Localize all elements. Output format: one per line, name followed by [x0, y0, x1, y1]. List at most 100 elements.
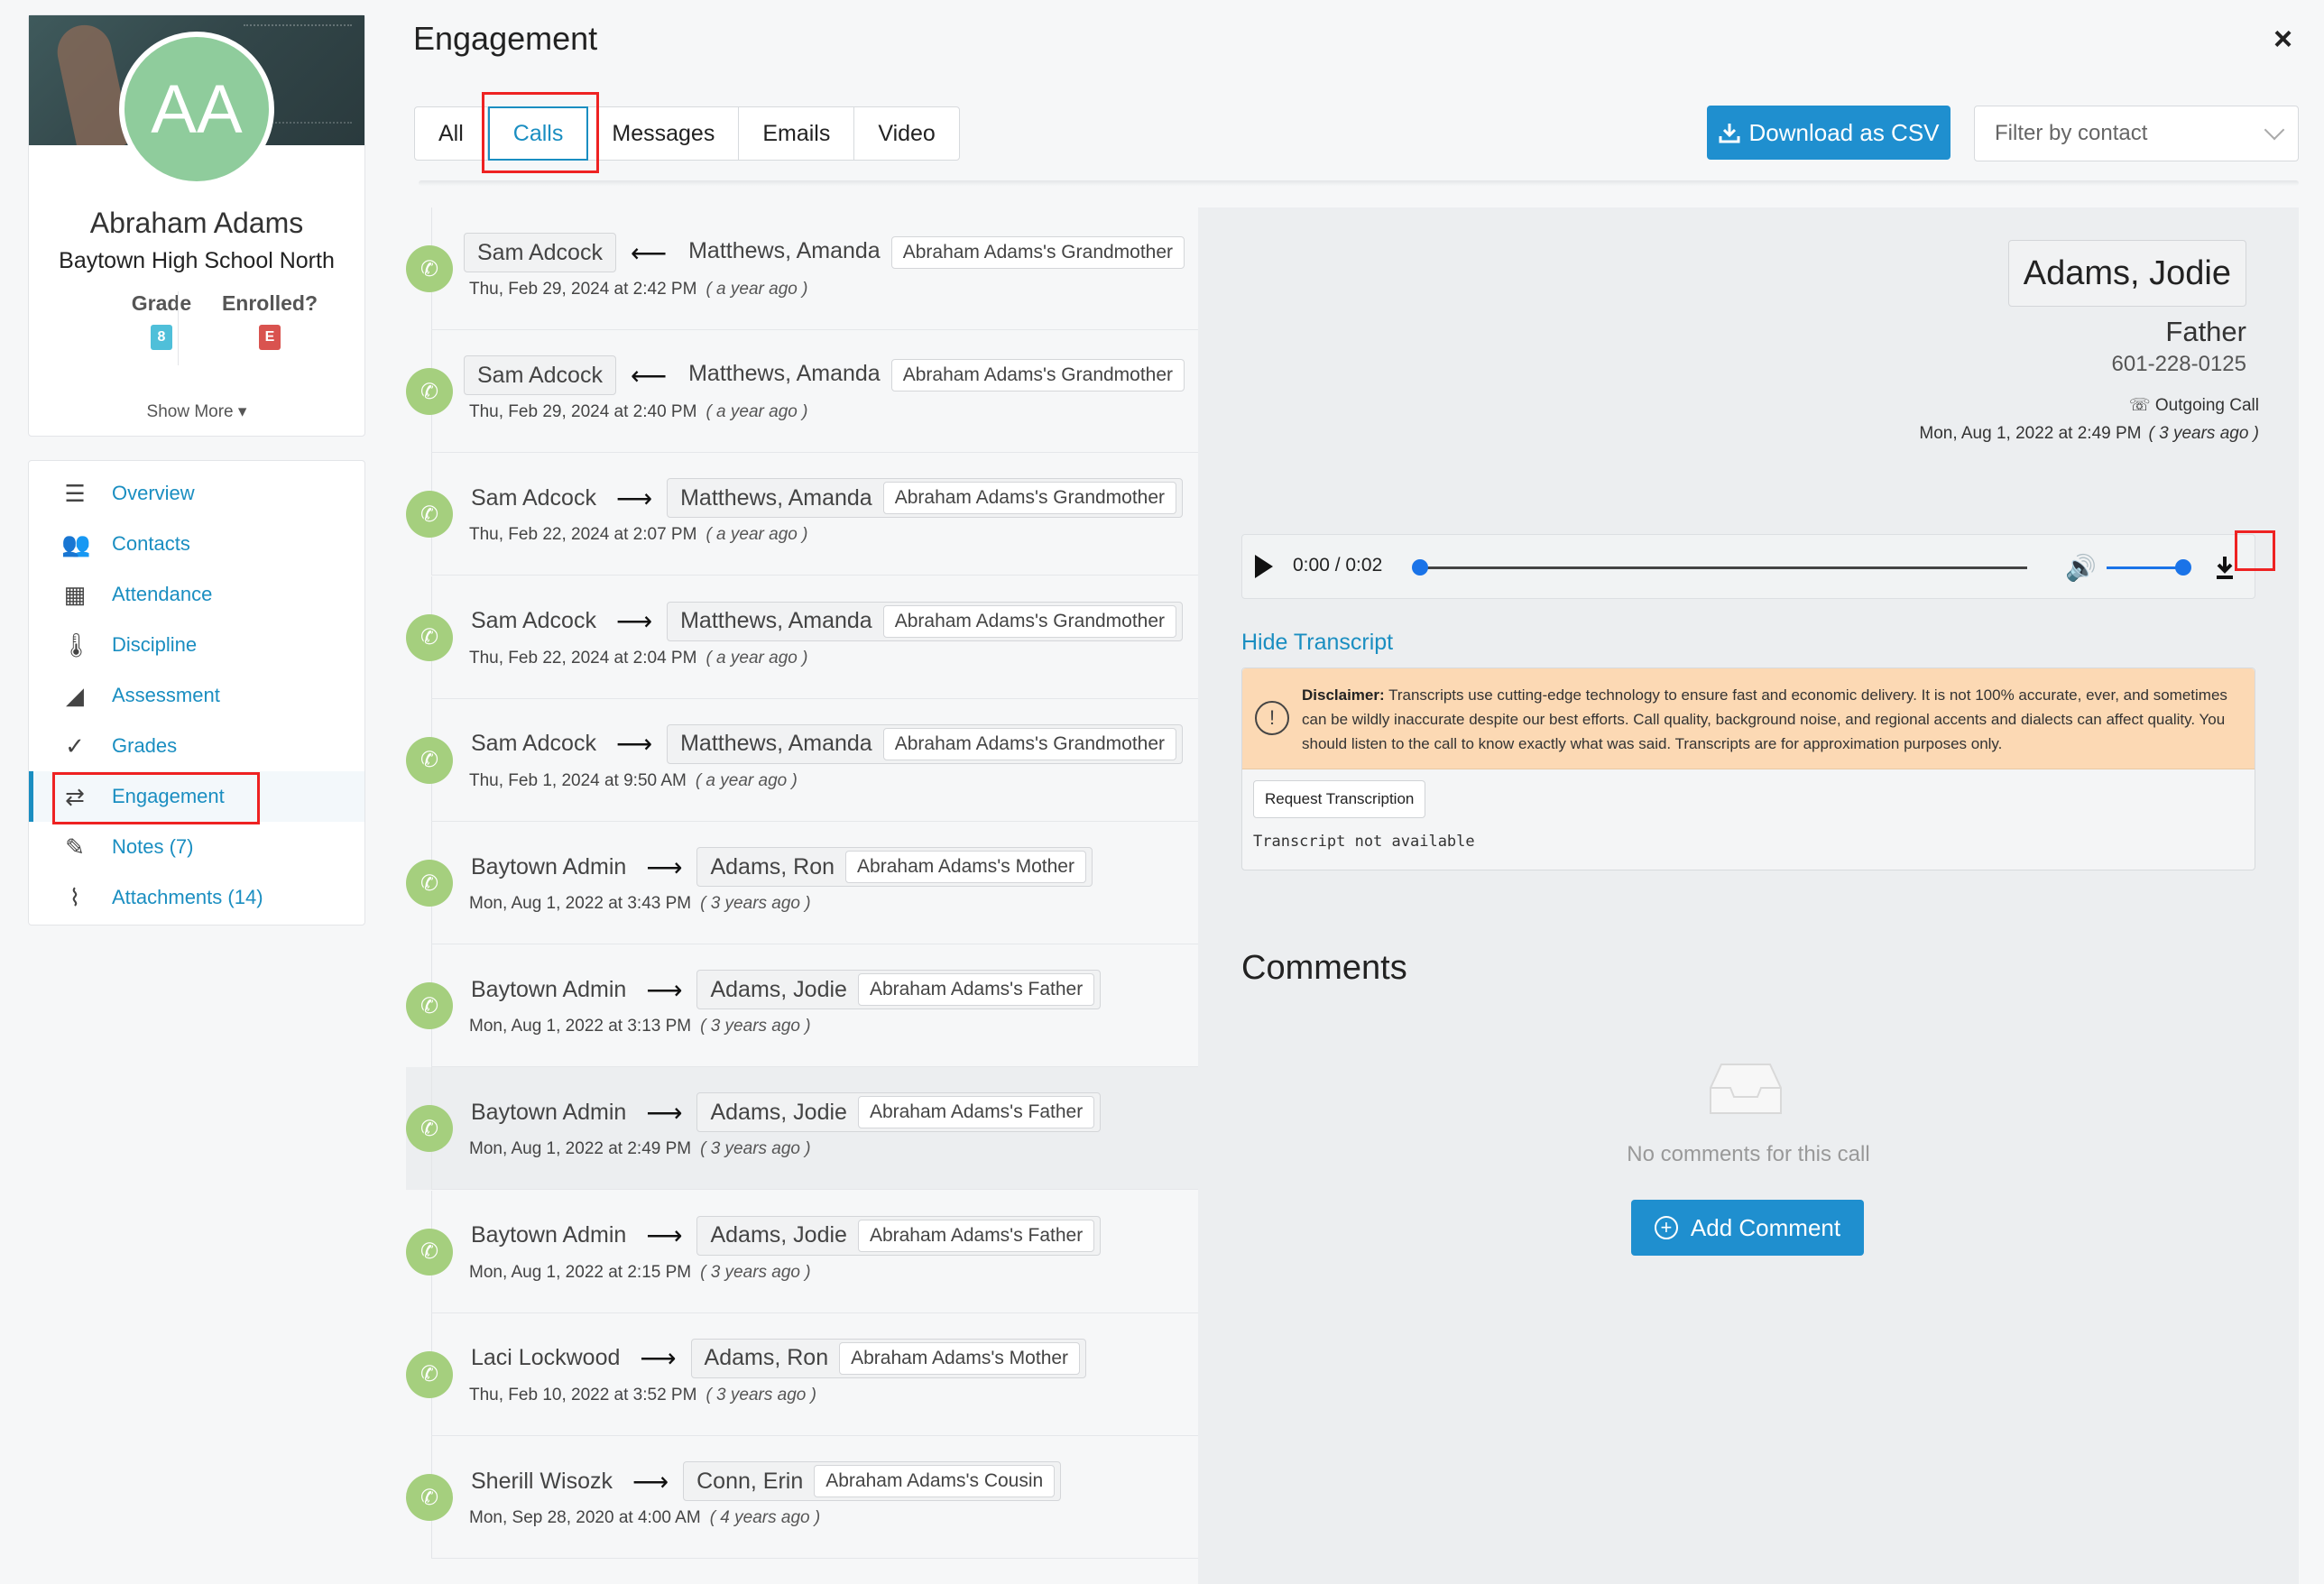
arrow-left-icon: ⟵	[630, 238, 668, 267]
paperclip-icon: ⌇	[69, 884, 81, 911]
recipient-name: Adams, Ron	[710, 853, 835, 879]
enrolled-label: Enrolled?	[221, 291, 318, 315]
request-transcription-button[interactable]: Request Transcription	[1253, 780, 1426, 818]
call-ago: ( 3 years ago )	[700, 1017, 811, 1036]
recipient-name: Adams, Jodie	[710, 976, 847, 1002]
sidebar-item-label: Discipline	[112, 633, 198, 656]
call-list-item[interactable]: ✆ Sam Adcock ⟵ Matthews, Amanda Abraham Adam…	[406, 330, 1198, 454]
call-ago: ( 3 years ago )	[706, 1385, 816, 1404]
tab-video[interactable]: Video	[854, 107, 959, 160]
arrow-right-icon: ⟶	[646, 975, 683, 1004]
sidebar-item-engagement[interactable]: ⇄ Engagement	[29, 771, 364, 822]
phone-icon: ✆	[406, 736, 453, 784]
phone-icon: ✆	[406, 368, 453, 416]
arrow-right-icon: ⟶	[615, 730, 653, 759]
play-icon[interactable]	[1255, 555, 1273, 578]
call-date: Mon, Aug 1, 2022 at 2:15 PM	[469, 1262, 692, 1282]
recipient: Matthews, Amanda Abraham Adams's Grandmot…	[681, 236, 1190, 269]
sidebar-item-discipline[interactable]: 🌡 Discipline	[29, 620, 364, 670]
call-timestamp: Thu, Feb 29, 2024 at 2:40 PM ( a year ago…	[469, 402, 807, 422]
call-ago: ( a year ago )	[695, 770, 798, 790]
call-list-item[interactable]: ✆ Baytown Admin ⟶ Adams, Jodie Abraham Adams…	[406, 944, 1198, 1068]
sidebar-item-assessment[interactable]: ◢ Assessment	[29, 670, 364, 721]
call-ago: ( 3 years ago )	[700, 1262, 811, 1282]
recipient-name: Adams, Jodie	[710, 1222, 847, 1248]
recipient-name: Matthews, Amanda	[680, 731, 872, 757]
add-comment-button[interactable]: + Add Comment	[1631, 1200, 1864, 1256]
arrow-right-icon: ⟶	[640, 1344, 677, 1373]
volume-thumb[interactable]	[2175, 559, 2191, 576]
row-divider	[431, 1558, 1198, 1559]
call-participants: Baytown Admin ⟶ Adams, Jodie Abraham Adams'…	[464, 1215, 1102, 1256]
caller-name: Sam Adcock	[471, 608, 596, 634]
sidebar-item-label: Assessment	[112, 684, 220, 706]
relationship-tag: Abraham Adams's Grandmother	[882, 482, 1177, 515]
call-list-item[interactable]: ✆ Baytown Admin ⟶ Adams, Jodie Abraham Adams…	[406, 1067, 1198, 1191]
call-list-item[interactable]: ✆ Sherill Wisozk ⟶ Conn, Erin Abraham Adams'…	[406, 1436, 1198, 1559]
caller-name: Laci Lockwood	[471, 1345, 621, 1371]
close-icon[interactable]: ×	[2273, 20, 2292, 58]
call-detail-pane: Adams, Jodie Father 601-228-0125 ☏ Outgo…	[1198, 207, 2299, 1584]
sidebar-item-contacts[interactable]: 👥 Contacts	[29, 519, 364, 569]
relationship-tag: Abraham Adams's Father	[857, 973, 1095, 1007]
grade-label: Grade	[131, 291, 192, 315]
sidebar-item-grades[interactable]: ✓ Grades	[29, 721, 364, 771]
hide-transcript-link[interactable]: Hide Transcript	[1241, 630, 1393, 656]
recipient-name: Adams, Jodie	[710, 1099, 847, 1125]
volume-track[interactable]	[2107, 566, 2181, 569]
relationship-tag: Abraham Adams's Father	[857, 1219, 1095, 1252]
recipient-name: Matthews, Amanda	[680, 608, 872, 634]
call-timestamp: Mon, Aug 1, 2022 at 2:49 PM ( 3 years ago…	[1919, 424, 2259, 444]
disclaimer-text: Disclaimer: Transcripts use cutting-edge…	[1302, 683, 2240, 756]
call-date: Mon, Aug 1, 2022 at 3:43 PM	[469, 894, 692, 913]
recipient: Conn, Erin Abraham Adams's Cousin	[683, 1461, 1062, 1501]
call-list-item[interactable]: ✆ Baytown Admin ⟶ Adams, Jodie Abraham Adams…	[406, 1190, 1198, 1313]
call-timestamp: Mon, Sep 28, 2020 at 4:00 AM ( 4 years ag…	[469, 1508, 820, 1528]
student-nav-menu: ☰ Overview 👥 Contacts ▦ Attendance 🌡 Discipline…	[28, 460, 365, 926]
call-list-item[interactable]: ✆ Sam Adcock ⟶ Matthews, Amanda Abraham Adam…	[406, 453, 1198, 576]
call-list-item[interactable]: ✆ Laci Lockwood ⟶ Adams, Ron Abraham Adams's…	[406, 1312, 1198, 1436]
transcript-disclaimer: ! Disclaimer: Transcripts use cutting-ed…	[1242, 668, 2255, 769]
download-csv-button[interactable]: Download as CSV	[1707, 106, 1950, 160]
tab-messages[interactable]: Messages	[588, 107, 740, 160]
chevron-down-icon	[2264, 119, 2285, 141]
call-date: Mon, Aug 1, 2022 at 3:13 PM	[469, 1017, 692, 1036]
call-list-item[interactable]: ✆ Baytown Admin ⟶ Adams, Ron Abraham Adams's…	[406, 822, 1198, 944]
sidebar-item-attendance[interactable]: ▦ Attendance	[29, 569, 364, 620]
seek-track[interactable]	[1419, 566, 2027, 569]
call-ago: ( 3 years ago )	[700, 894, 811, 913]
contact-role: Father	[2165, 316, 2246, 347]
contact-name-chip[interactable]: Adams, Jodie	[2007, 240, 2246, 307]
sidebar-item-notes[interactable]: ✎ Notes (7)	[29, 822, 364, 872]
call-timestamp: Mon, Aug 1, 2022 at 3:13 PM ( 3 years ago…	[469, 1017, 811, 1036]
sidebar-item-label: Contacts	[112, 532, 190, 555]
call-list-item[interactable]: ✆ Sam Adcock ⟵ Matthews, Amanda Abraham Adam…	[406, 207, 1198, 330]
call-participants: Sherill Wisozk ⟶ Conn, Erin Abraham Adams's…	[464, 1461, 1062, 1501]
stat-divider	[178, 291, 179, 365]
sidebar-item-attachments[interactable]: ⌇ Attachments (14)	[29, 872, 364, 923]
call-list-item[interactable]: ✆ Sam Adcock ⟶ Matthews, Amanda Abraham Adam…	[406, 576, 1198, 699]
volume-icon[interactable]: 🔊	[2065, 553, 2097, 583]
show-more-link[interactable]: Show More ▾	[29, 401, 364, 422]
check-icon: ✓	[65, 732, 85, 760]
arrow-right-icon: ⟶	[646, 1098, 683, 1127]
phone-icon: ✆	[406, 1228, 453, 1275]
call-list-item[interactable]: ✆ Sam Adcock ⟶ Matthews, Amanda Abraham Adam…	[406, 698, 1198, 822]
download-audio-icon[interactable]	[2209, 551, 2240, 584]
filter-by-contact-select[interactable]: Filter by contact	[1974, 106, 2299, 161]
tab-all[interactable]: All	[415, 107, 488, 160]
recipient-name: Matthews, Amanda	[688, 361, 881, 387]
call-timestamp: Thu, Feb 22, 2024 at 2:07 PM ( a year ago…	[469, 525, 807, 545]
comments-heading: Comments	[1241, 949, 1407, 987]
student-profile-card: AA Abraham Adams Baytown High School Nor…	[28, 14, 365, 437]
recipient-name: Matthews, Amanda	[688, 238, 881, 263]
list-icon: ☰	[64, 480, 86, 507]
call-date: Thu, Feb 1, 2024 at 9:50 AM	[469, 770, 687, 790]
sidebar-item-overview[interactable]: ☰ Overview	[29, 468, 364, 519]
call-participants: Baytown Admin ⟶ Adams, Jodie Abraham Adams'…	[464, 1092, 1102, 1133]
seek-thumb[interactable]	[1412, 559, 1428, 576]
recipient-name: Adams, Ron	[704, 1345, 829, 1371]
tab-emails[interactable]: Emails	[739, 107, 855, 160]
relationship-tag: Abraham Adams's Father	[857, 1096, 1095, 1129]
tab-calls[interactable]: Calls	[487, 106, 589, 161]
